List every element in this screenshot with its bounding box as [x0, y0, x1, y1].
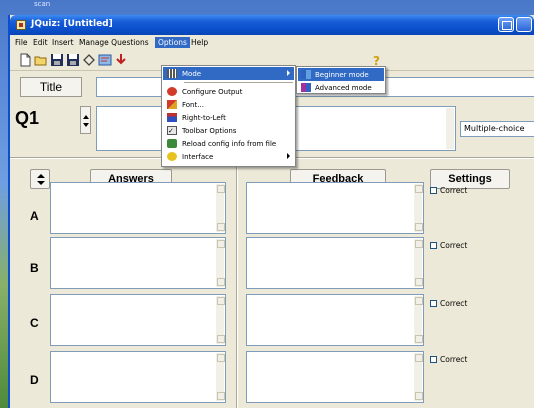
spinner-down-icon[interactable]	[83, 123, 89, 127]
correct-a-checkbox[interactable]: Correct	[430, 186, 467, 195]
answer-b-field[interactable]	[50, 237, 226, 289]
question-scrollbar[interactable]	[446, 108, 454, 149]
answer-scrollbar[interactable]	[216, 239, 225, 287]
answer-scrollbar[interactable]	[216, 296, 225, 344]
row-letter-d: D	[30, 373, 39, 387]
answer-scrollbar[interactable]	[216, 184, 225, 232]
menu-item-font[interactable]: Font...	[163, 98, 294, 111]
checkbox-box[interactable]	[430, 242, 437, 249]
row-letter-b: B	[30, 261, 39, 275]
clear-icon[interactable]	[82, 53, 96, 67]
export-icon[interactable]	[114, 53, 128, 67]
open-icon[interactable]	[34, 53, 48, 67]
correct-label: Correct	[440, 355, 468, 364]
feedback-scrollbar[interactable]	[414, 353, 423, 401]
feedback-scrollbar[interactable]	[414, 296, 423, 344]
feedback-scrollbar[interactable]	[414, 239, 423, 287]
spinner-up-icon[interactable]	[83, 115, 89, 119]
correct-b-checkbox[interactable]: Correct	[430, 241, 467, 250]
menu-item-configure-output[interactable]: Configure Output	[163, 85, 294, 98]
submenu-arrow-icon	[287, 153, 290, 159]
rtl-icon	[167, 113, 177, 122]
menu-bar: File Edit Insert Manage Questions Option…	[10, 35, 534, 49]
menu-item-right-to-left[interactable]: Right-to-Left	[163, 111, 294, 124]
answer-a-field[interactable]	[50, 182, 226, 234]
advanced-icon	[301, 83, 311, 92]
menu-item-interface[interactable]: Interface	[163, 150, 294, 163]
column-separator	[236, 161, 238, 408]
correct-label: Correct	[440, 186, 468, 195]
checkbox-box[interactable]	[430, 356, 437, 363]
feedback-a-field[interactable]	[246, 182, 424, 234]
sort-up-icon	[37, 174, 45, 178]
menu-item-beginner-mode[interactable]: Beginner mode	[298, 68, 384, 81]
feedback-d-field[interactable]	[246, 351, 424, 403]
new-icon[interactable]	[18, 53, 32, 67]
maximize-button[interactable]	[498, 17, 514, 32]
menu-help[interactable]: Help	[188, 37, 211, 48]
checkbox-box[interactable]	[430, 187, 437, 194]
correct-d-checkbox[interactable]: Correct	[430, 355, 467, 364]
menu-item-reload-config[interactable]: Reload config info from file	[163, 137, 294, 150]
question-number-label: Q1	[15, 108, 39, 129]
answer-scrollbar[interactable]	[216, 353, 225, 401]
menu-item-label: Interface	[182, 152, 214, 161]
help-icon[interactable]: ?	[370, 53, 384, 68]
question-prefix: Q	[15, 108, 30, 128]
menu-manage-questions[interactable]: Manage Questions	[76, 37, 152, 48]
menu-item-advanced-mode[interactable]: Advanced mode	[298, 81, 384, 94]
title-label: Title	[20, 77, 82, 97]
answer-d-field[interactable]	[50, 351, 226, 403]
grid-icon	[167, 69, 177, 78]
desktop-label: scan	[34, 0, 51, 8]
menu-item-label: Font...	[182, 100, 204, 109]
font-icon	[167, 100, 177, 109]
menu-options[interactable]: Options	[155, 37, 190, 48]
interface-icon	[167, 152, 177, 161]
save-as-icon[interactable]	[66, 53, 80, 67]
app-icon	[16, 20, 26, 30]
correct-label: Correct	[440, 299, 468, 308]
row-letter-a: A	[30, 209, 39, 223]
checkbox-box[interactable]	[430, 300, 437, 307]
menu-item-toolbar-options[interactable]: Toolbar Options	[163, 124, 294, 137]
menu-separator	[184, 82, 293, 83]
menu-file[interactable]: File	[12, 37, 31, 48]
beginner-icon	[301, 70, 311, 79]
row-letter-c: C	[30, 316, 39, 330]
question-spinner[interactable]	[80, 106, 91, 134]
question-number: 1	[29, 108, 40, 128]
web-page-icon[interactable]	[98, 53, 112, 67]
toolbar-options-icon	[167, 126, 177, 135]
menu-item-label: Right-to-Left	[182, 113, 226, 122]
save-icon[interactable]	[50, 53, 64, 67]
menu-item-label: Reload config info from file	[182, 139, 277, 148]
feedback-c-field[interactable]	[246, 294, 424, 346]
menu-item-mode[interactable]: Mode	[163, 67, 294, 80]
menu-insert[interactable]: Insert	[49, 37, 77, 48]
close-button[interactable]	[516, 17, 532, 32]
menu-item-label: Toolbar Options	[182, 126, 237, 135]
sort-answers-button[interactable]	[30, 169, 50, 189]
correct-c-checkbox[interactable]: Correct	[430, 299, 467, 308]
window-title: JQuiz: [Untitled]	[31, 19, 113, 29]
menu-item-label: Mode	[182, 69, 202, 78]
answer-c-field[interactable]	[50, 294, 226, 346]
sort-down-icon	[37, 181, 45, 185]
submenu-item-label: Advanced mode	[315, 83, 372, 92]
submenu-item-label: Beginner mode	[315, 70, 369, 79]
correct-label: Correct	[440, 241, 468, 250]
menu-item-label: Configure Output	[182, 87, 243, 96]
output-icon	[167, 87, 177, 96]
feedback-scrollbar[interactable]	[414, 184, 423, 232]
question-type-select[interactable]: Multiple-choice	[460, 121, 534, 137]
feedback-b-field[interactable]	[246, 237, 424, 289]
menu-edit[interactable]: Edit	[30, 37, 51, 48]
reload-icon	[167, 139, 177, 148]
mode-submenu: Beginner mode Advanced mode	[296, 66, 386, 94]
title-bar[interactable]: JQuiz: [Untitled]	[10, 15, 534, 35]
options-menu: Mode Configure Output Font... Right-to-L…	[161, 65, 296, 167]
jquiz-window: JQuiz: [Untitled] File Edit Insert Manag…	[8, 15, 534, 408]
submenu-arrow-icon	[287, 70, 290, 76]
